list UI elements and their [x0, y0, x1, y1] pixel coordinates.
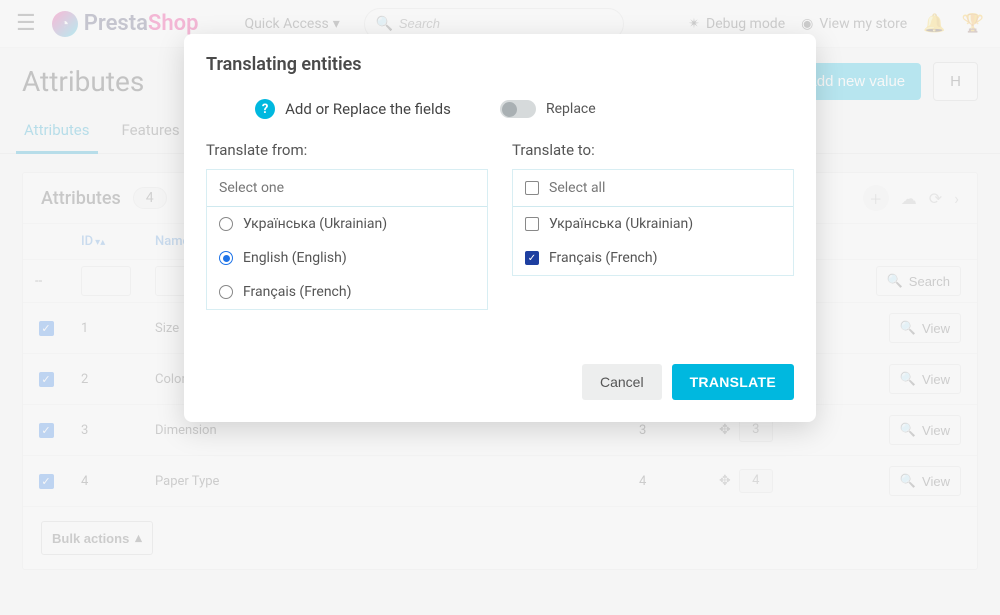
replace-toggle[interactable] — [500, 100, 536, 118]
replace-label: Replace — [546, 101, 596, 117]
cancel-button[interactable]: Cancel — [582, 364, 662, 400]
to-option[interactable]: ✓ Français (French) — [513, 241, 793, 275]
checkbox-icon[interactable] — [525, 217, 539, 231]
to-label: Translate to: — [512, 141, 794, 159]
help-icon[interactable]: ? — [255, 99, 275, 119]
translate-button[interactable]: TRANSLATE — [672, 364, 794, 400]
select-all-checkbox[interactable] — [525, 181, 539, 195]
option-label: English (English) — [243, 250, 347, 266]
translate-to-column: Translate to: Select all Українська (Ukr… — [512, 141, 794, 310]
from-listbox-head: Select one — [207, 170, 487, 207]
subhead-text: Add or Replace the fields — [285, 100, 451, 118]
modal-overlay[interactable]: Translating entities ? Add or Replace th… — [0, 0, 1000, 615]
option-label: Français (French) — [243, 284, 351, 300]
modal-subhead: ? Add or Replace the fields Replace — [206, 99, 794, 119]
radio-icon[interactable] — [219, 251, 233, 265]
option-label: Français (French) — [549, 250, 657, 266]
option-label: Українська (Ukrainian) — [549, 216, 693, 232]
from-label: Translate from: — [206, 141, 488, 159]
from-listbox: Select one Українська (Ukrainian) English… — [206, 169, 488, 310]
modal-title: Translating entities — [206, 54, 794, 75]
to-listbox: Select all Українська (Ukrainian) ✓ França… — [512, 169, 794, 276]
to-option[interactable]: Українська (Ukrainian) — [513, 207, 793, 241]
checkbox-icon[interactable]: ✓ — [525, 251, 539, 265]
from-option[interactable]: English (English) — [207, 241, 487, 275]
select-all-label: Select all — [549, 180, 605, 196]
from-option[interactable]: Français (French) — [207, 275, 487, 309]
from-option[interactable]: Українська (Ukrainian) — [207, 207, 487, 241]
radio-icon[interactable] — [219, 217, 233, 231]
translate-modal: Translating entities ? Add or Replace th… — [184, 34, 816, 422]
radio-icon[interactable] — [219, 285, 233, 299]
option-label: Українська (Ukrainian) — [243, 216, 387, 232]
translate-from-column: Translate from: Select one Українська (U… — [206, 141, 488, 310]
to-listbox-head[interactable]: Select all — [513, 170, 793, 207]
